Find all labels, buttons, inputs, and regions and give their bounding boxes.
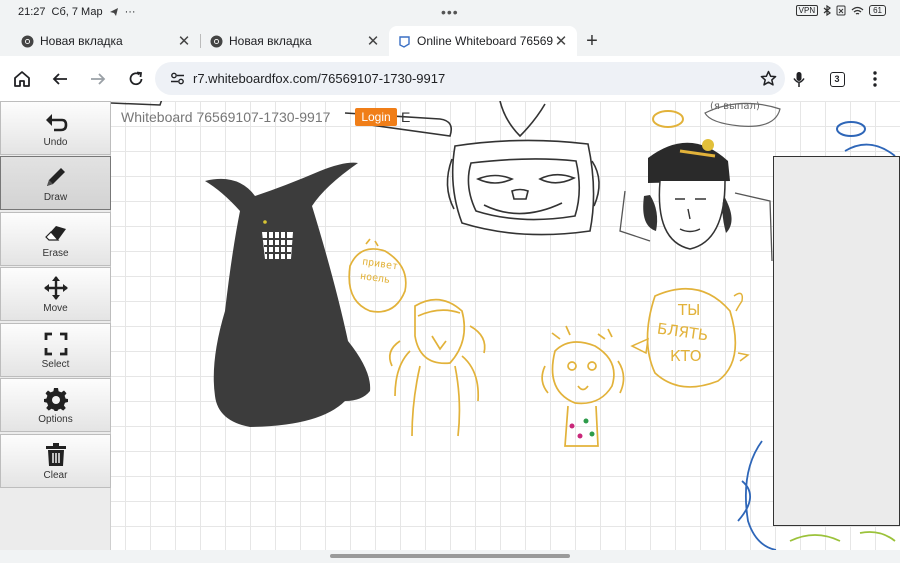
date: Сб, 7 Мар [51,6,103,18]
login-button[interactable]: Login [355,108,397,126]
tab-title: Новая вкладка [229,34,312,48]
bubble-text-kto: КТО [670,347,702,365]
gear-icon [43,386,68,412]
tab-whiteboard[interactable]: Online Whiteboard 76569107-1730-9917 ✕ [389,26,577,56]
vpn-badge: VPN [795,5,819,16]
home-button[interactable] [3,60,41,98]
tab-new-2[interactable]: Новая вкладка ✕ [201,26,389,56]
sketch-green-scribble [789,531,896,542]
undo-label: Undo [43,136,68,148]
tab-title: Новая вкладка [40,34,123,48]
sketch-bubble-pointer [630,337,649,355]
tab-count: 3 [829,71,845,87]
sketch-small-character [541,325,625,447]
gesture-handle[interactable] [330,554,570,558]
menu-button[interactable] [856,60,894,98]
sketch-halo-blue [836,121,866,137]
tab-title: Online Whiteboard 76569107-1730-9917 [417,34,553,48]
whiteboard-page: привет ноель ТЫ БЛЯТЬ КТО (я выпал) E Wh… [0,101,900,550]
browser-toolbar: r7.whiteboardfox.com/76569107-1730-9917 … [0,56,900,101]
whiteboard-canvas[interactable] [0,101,900,550]
sketch-halo [652,110,684,128]
move-button[interactable]: Move [0,267,111,321]
back-arrow-icon [52,72,67,85]
url-text: r7.whiteboardfox.com/76569107-1730-9917 [193,71,446,86]
sketch-dark-creature [205,162,371,427]
move-label: Move [43,302,68,314]
status-bar: 21:27 Сб, 7 Мар ··· ••• VPN 61 [0,0,900,26]
draw-button[interactable]: Draw [0,156,111,210]
move-icon [43,275,69,301]
bluetooth-icon [823,5,832,16]
multitask-dots-icon[interactable]: ••• [441,4,459,20]
bubble-text-ty: ТЫ [678,301,701,319]
microphone-icon [793,71,805,87]
sketch-hat-character [619,102,781,262]
sketch-question-mark [733,292,750,362]
sketch-small-character-dots [569,418,595,439]
sketch-blue-scribble-top [844,143,896,157]
select-button[interactable]: Select [0,323,111,377]
undo-button[interactable]: Undo [0,101,111,155]
sketch-letter-e: E [401,109,411,125]
telegram-icon [109,8,118,16]
select-label: Select [41,358,70,370]
options-label: Options [38,413,73,425]
whiteboard-title: Whiteboard 76569107-1730-9917 [121,109,331,125]
tab-switcher-button[interactable]: 3 [818,60,856,98]
sketch-blue-scribble [737,440,777,550]
close-tab-icon[interactable]: ✕ [176,32,192,50]
more-notifications-icon: ··· [124,6,136,18]
tab-strip: Новая вкладка ✕ Новая вкладка ✕ Online W… [0,26,900,56]
eraser-icon [44,220,68,246]
no-sim-icon [836,5,846,16]
address-bar[interactable]: r7.whiteboardfox.com/76569107-1730-9917 [155,62,785,95]
whiteboardfox-icon [397,34,411,48]
erase-label: Erase [42,247,69,259]
clear-label: Clear [43,469,68,481]
chrome-icon [20,34,34,48]
select-icon [44,331,68,357]
more-vert-icon [873,71,877,87]
reload-icon [129,71,143,85]
draw-label: Draw [43,191,68,203]
reload-button[interactable] [117,60,155,98]
undo-icon [44,109,68,135]
tab-new-1[interactable]: Новая вкладка ✕ [12,26,200,56]
options-button[interactable]: Options [0,378,111,432]
forward-button[interactable] [79,60,117,98]
side-overlay-panel [773,156,900,526]
clock: 21:27 [18,6,46,18]
clear-button[interactable]: Clear [0,434,111,488]
erase-button[interactable]: Erase [0,212,111,266]
battery-indicator: 61 [869,5,886,16]
tool-panel: Undo Draw Erase Move Select Options Clea… [0,101,111,550]
site-settings-icon[interactable] [161,72,193,85]
bubble-text-top: (я выпал) [710,101,760,112]
back-button[interactable] [41,60,79,98]
home-icon [14,70,30,87]
chrome-icon [209,34,223,48]
new-tab-button[interactable]: + [577,26,607,56]
close-tab-icon[interactable]: ✕ [365,32,381,50]
trash-icon [45,442,67,468]
wifi-icon [851,6,864,15]
pencil-icon [44,164,68,190]
forward-arrow-icon [91,72,106,85]
close-tab-icon[interactable]: ✕ [553,32,569,50]
voice-search-button[interactable] [780,60,818,98]
